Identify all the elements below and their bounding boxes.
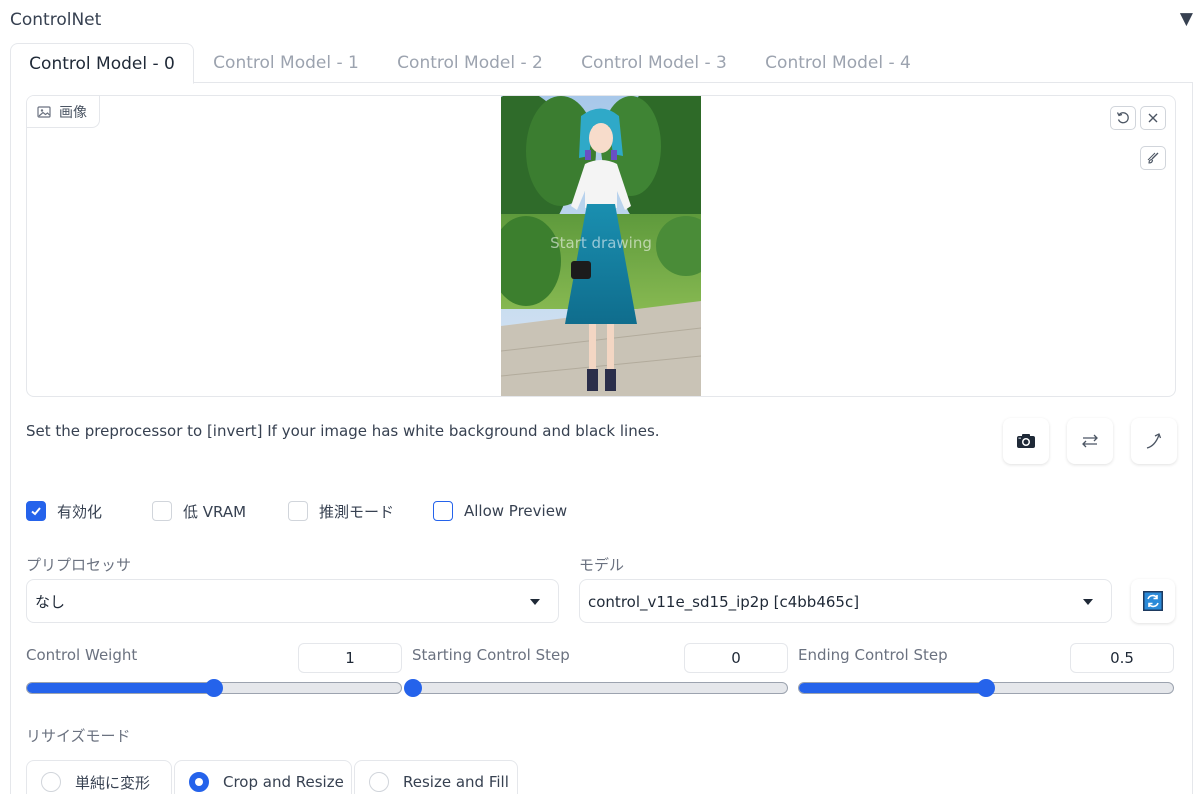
image-canvas[interactable]: 画像 Start drawing [26, 95, 1176, 397]
refresh-icon [1143, 591, 1163, 611]
preprocessor-hint: Set the preprocessor to [invert] If your… [26, 422, 660, 440]
slider-thumb[interactable] [205, 679, 223, 697]
starting-step-input[interactable]: 0 [684, 643, 788, 673]
tab-control-model-1[interactable]: Control Model - 1 [202, 43, 370, 83]
control-weight-slider[interactable] [26, 679, 402, 697]
image-label-text: 画像 [59, 104, 87, 121]
slider-thumb[interactable] [977, 679, 995, 697]
ending-step-input[interactable]: 0.5 [1070, 643, 1174, 673]
ending-step-slider[interactable] [798, 679, 1174, 697]
slider-fill [27, 683, 214, 693]
check-icon [31, 507, 41, 516]
preprocessor-value: なし [35, 593, 66, 611]
starting-step-slider[interactable] [404, 679, 788, 697]
resize-option-resize-and-fill[interactable]: Resize and Fill [354, 760, 518, 794]
checkbox-enable-label: 有効化 [57, 502, 103, 521]
model-value: control_v11e_sd15_ip2p [c4bb465c] [588, 593, 860, 611]
checkbox-enable-box[interactable] [26, 501, 46, 521]
brush-icon [1147, 152, 1159, 164]
swap-icon [1082, 434, 1098, 448]
chevron-down-icon [1083, 599, 1093, 605]
collapse-triangle-icon[interactable]: ▼ [1180, 9, 1193, 29]
checkbox-allow-preview-label: Allow Preview [464, 502, 568, 520]
image-label: 画像 [27, 96, 100, 128]
preprocessor-label: プリプロセッサ [26, 556, 132, 574]
resize-option-label: Crop and Resize [223, 773, 344, 791]
preprocessor-dropdown[interactable]: なし [26, 579, 559, 623]
clear-image-button[interactable] [1140, 106, 1166, 130]
tab-control-model-4[interactable]: Control Model - 4 [754, 43, 922, 83]
checkbox-low-vram[interactable]: 低 VRAM [152, 500, 246, 522]
swap-button[interactable] [1067, 418, 1113, 464]
resize-option-label: 単純に変形 [75, 773, 151, 792]
send-dimensions-button[interactable] [1131, 418, 1177, 464]
control-weight-label: Control Weight [26, 646, 138, 664]
ending-step-label: Ending Control Step [798, 646, 948, 664]
model-label: モデル [579, 556, 625, 574]
canvas-hint-text: Start drawing [550, 234, 652, 252]
tab-control-model-2[interactable]: Control Model - 2 [386, 43, 554, 83]
slider-thumb[interactable] [404, 679, 422, 697]
slider-fill [799, 683, 986, 693]
checkbox-guess-mode-label: 推測モード [319, 502, 395, 521]
model-dropdown[interactable]: control_v11e_sd15_ip2p [c4bb465c] [579, 579, 1112, 623]
checkbox-allow-preview[interactable]: Allow Preview [433, 500, 567, 522]
controlnet-header[interactable]: ControlNet ▼ [10, 8, 1193, 34]
control-model-tabs: Control Model - 0 Control Model - 1 Cont… [10, 43, 1193, 84]
resize-mode-label: リサイズモード [26, 727, 131, 745]
camera-button[interactable] [1003, 418, 1049, 464]
resize-option-just-resize[interactable]: 単純に変形 [26, 760, 172, 794]
undo-button[interactable] [1110, 106, 1136, 130]
starting-step-label: Starting Control Step [412, 646, 570, 664]
curve-arrow-icon [1146, 433, 1162, 449]
undo-icon [1116, 112, 1129, 124]
control-weight-input[interactable]: 1 [298, 643, 402, 673]
radio-dot[interactable] [41, 772, 61, 792]
uploaded-photo[interactable]: Start drawing [501, 96, 701, 396]
image-icon [37, 105, 51, 118]
checkbox-guess-mode[interactable]: 推測モード [288, 500, 394, 522]
radio-dot[interactable] [369, 772, 389, 792]
checkbox-guess-mode-box[interactable] [288, 501, 308, 521]
checkbox-allow-preview-box[interactable] [433, 501, 453, 521]
resize-option-label: Resize and Fill [403, 773, 509, 791]
checkbox-low-vram-box[interactable] [152, 501, 172, 521]
checkbox-low-vram-label: 低 VRAM [183, 502, 247, 521]
resize-option-crop-and-resize[interactable]: Crop and Resize [174, 760, 352, 794]
refresh-models-button[interactable] [1131, 579, 1175, 623]
camera-icon [1017, 434, 1035, 448]
tab-control-model-0[interactable]: Control Model - 0 [10, 43, 194, 84]
brush-button[interactable] [1140, 146, 1166, 170]
close-icon [1148, 113, 1158, 123]
checkbox-enable[interactable]: 有効化 [26, 500, 102, 522]
radio-dot[interactable] [189, 772, 209, 792]
tab-control-model-3[interactable]: Control Model - 3 [570, 43, 738, 83]
section-title: ControlNet [10, 10, 102, 30]
chevron-down-icon [530, 599, 540, 605]
